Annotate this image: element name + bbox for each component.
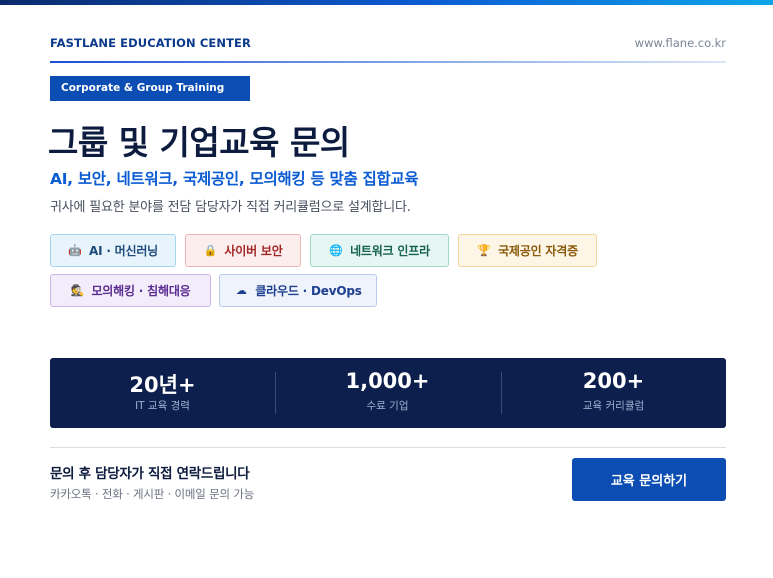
chip-certification[interactable]: 🏆 국제공인 자격증 — [458, 234, 597, 267]
top-accent-bar — [0, 0, 773, 5]
brand-name: FASTLANE EDUCATION CENTER — [50, 36, 251, 50]
chip-label: 모의해킹 · 침해대응 — [91, 284, 191, 298]
inquiry-button[interactable]: 교육 문의하기 — [572, 458, 726, 501]
chip-pentest[interactable]: 🕵 모의해킹 · 침해대응 — [50, 274, 211, 307]
stat-value: 20년+ — [129, 373, 196, 397]
trophy-icon: 🏆 — [477, 244, 491, 257]
chip-label: 클라우드 · DevOps — [255, 284, 362, 298]
globe-icon: 🌐 — [329, 244, 343, 257]
stat-curriculum: 200+ 교육 커리큘럼 — [501, 358, 726, 428]
category-tag: Corporate & Group Training — [50, 76, 250, 101]
chip-ai[interactable]: 🤖 AI · 머신러닝 — [50, 234, 176, 267]
cta-title: 문의 후 담당자가 직접 연락드립니다 — [50, 466, 250, 482]
stat-value: 200+ — [582, 369, 645, 393]
stat-label: 교육 커리큘럼 — [582, 400, 645, 412]
stat-label: IT 교육 경력 — [135, 400, 190, 412]
chip-label: 사이버 보안 — [224, 244, 283, 258]
header-divider — [50, 61, 726, 63]
stat-companies: 1,000+ 수료 기업 — [275, 358, 500, 428]
chip-security[interactable]: 🔒 사이버 보안 — [185, 234, 301, 267]
hacker-icon: 🕵 — [70, 284, 85, 297]
chip-network[interactable]: 🌐 네트워크 인프라 — [310, 234, 449, 267]
robot-icon: 🤖 — [68, 244, 82, 257]
stat-value: 1,000+ — [345, 369, 430, 393]
chip-cloud[interactable]: ☁ 클라우드 · DevOps — [219, 274, 377, 307]
lock-icon: 🔒 — [203, 244, 218, 257]
header: FASTLANE EDUCATION CENTER www.flane.co.k… — [50, 36, 726, 64]
page-description: 귀사에 필요한 분야를 전담 담당자가 직접 커리큘럼으로 설계합니다. — [50, 200, 411, 215]
stats-panel: 20년+ IT 교육 경력 1,000+ 수료 기업 200+ 교육 커리큘럼 — [50, 358, 726, 428]
stat-experience: 20년+ IT 교육 경력 — [50, 358, 275, 428]
stat-label: 수료 기업 — [366, 400, 409, 412]
chip-label: 네트워크 인프라 — [350, 244, 430, 258]
page-subtitle: AI, 보안, 네트워크, 국제공인, 모의해킹 등 맞춤 집합교육 — [50, 170, 419, 188]
page-title: 그룹 및 기업교육 문의 — [48, 123, 350, 162]
cloud-icon: ☁ — [235, 284, 247, 297]
chip-label: 국제공인 자격증 — [498, 244, 578, 258]
section-divider — [50, 447, 726, 448]
cta-subtitle: 카카오톡 · 전화 · 게시판 · 이메일 문의 가능 — [50, 487, 255, 501]
site-url[interactable]: www.flane.co.kr — [635, 36, 726, 50]
chip-label: AI · 머신러닝 — [88, 244, 159, 258]
